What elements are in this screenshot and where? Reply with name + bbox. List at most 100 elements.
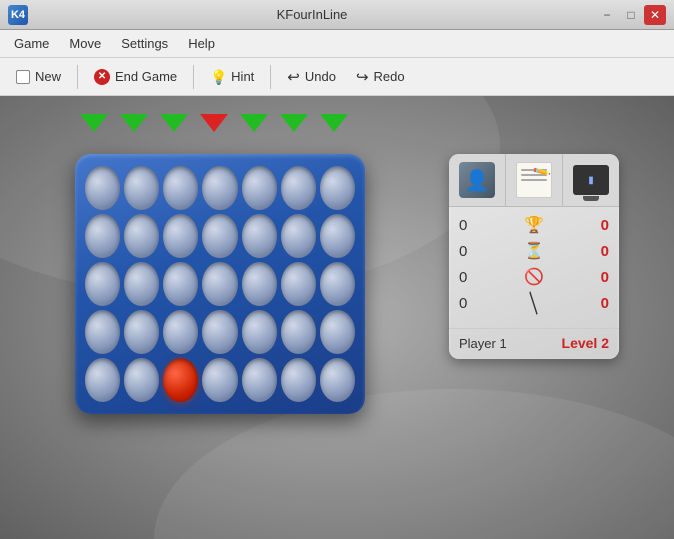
cell-2-1[interactable] — [124, 262, 159, 306]
arrow-col-2[interactable] — [160, 114, 188, 132]
cell-3-5[interactable] — [281, 310, 316, 354]
cell-0-3[interactable] — [202, 166, 237, 210]
menu-move[interactable]: Move — [59, 32, 111, 55]
level-label: Level 2 — [562, 335, 609, 351]
cell-1-5[interactable] — [281, 214, 316, 258]
arrow-col-4[interactable] — [240, 114, 268, 132]
cell-2-3[interactable] — [202, 262, 237, 306]
undo-button[interactable]: ↩ Undo — [279, 64, 344, 90]
cell-0-4[interactable] — [242, 166, 277, 210]
end-game-button[interactable]: End Game — [86, 65, 185, 89]
score-row-2: 0 🚫 0 — [459, 267, 609, 287]
arrow-col-6[interactable] — [320, 114, 348, 132]
player-label: Player 1 — [459, 336, 507, 351]
hint-icon: 💡 — [210, 69, 226, 85]
redo-label: Redo — [374, 69, 405, 84]
menu-bar: Game Move Settings Help — [0, 30, 674, 58]
column-arrows — [80, 114, 348, 132]
cell-2-5[interactable] — [281, 262, 316, 306]
notepad-line-3 — [521, 179, 547, 181]
score-left-0: 0 — [459, 217, 489, 234]
menu-game[interactable]: Game — [4, 32, 59, 55]
toolbar-separator-2 — [193, 65, 194, 89]
cell-4-4[interactable] — [242, 358, 277, 402]
notepad-icon: ✏️ — [516, 162, 552, 198]
cell-1-4[interactable] — [242, 214, 277, 258]
cell-1-3[interactable] — [202, 214, 237, 258]
cell-3-6[interactable] — [320, 310, 355, 354]
score-left-1: 0 — [459, 243, 489, 260]
new-button[interactable]: New — [8, 65, 69, 88]
score-icon-3: ╱ — [518, 288, 550, 320]
cell-3-1[interactable] — [124, 310, 159, 354]
score-left-3: 0 — [459, 295, 489, 312]
toolbar-separator-3 — [270, 65, 271, 89]
menu-settings[interactable]: Settings — [111, 32, 178, 55]
arrow-col-3[interactable] — [200, 114, 228, 132]
cell-3-0[interactable] — [85, 310, 120, 354]
score-header: 👤 ✏️ ▮ — [449, 154, 619, 207]
close-button[interactable]: ✕ — [644, 5, 666, 25]
arrow-col-1[interactable] — [120, 114, 148, 132]
toolbar-separator-1 — [77, 65, 78, 89]
cell-1-0[interactable] — [85, 214, 120, 258]
cell-4-0[interactable] — [85, 358, 120, 402]
undo-icon: ↩ — [287, 68, 300, 86]
hint-button[interactable]: 💡 Hint — [202, 65, 262, 89]
monitor-cell: ▮ — [563, 154, 619, 206]
cell-2-0[interactable] — [85, 262, 120, 306]
cell-0-6[interactable] — [320, 166, 355, 210]
menu-help[interactable]: Help — [178, 32, 225, 55]
score-right-2: 0 — [579, 269, 609, 286]
score-footer: Player 1 Level 2 — [449, 328, 619, 359]
cell-0-5[interactable] — [281, 166, 316, 210]
end-game-icon — [94, 69, 110, 85]
cell-4-1[interactable] — [124, 358, 159, 402]
redo-icon: ↪ — [356, 68, 369, 86]
cell-0-0[interactable] — [85, 166, 120, 210]
game-board[interactable] — [75, 154, 365, 414]
score-row-0: 0 🏆 0 — [459, 215, 609, 235]
cell-1-6[interactable] — [320, 214, 355, 258]
cell-0-2[interactable] — [163, 166, 198, 210]
player1-avatar-cell: 👤 — [449, 154, 506, 206]
cell-4-2[interactable] — [163, 358, 198, 402]
cell-1-2[interactable] — [163, 214, 198, 258]
app-icon: K4 — [8, 5, 28, 25]
score-right-1: 0 — [579, 243, 609, 260]
score-right-0: 0 — [579, 217, 609, 234]
score-icon-1: ⏳ — [522, 241, 546, 261]
cell-2-6[interactable] — [320, 262, 355, 306]
arrow-col-5[interactable] — [280, 114, 308, 132]
window-title: KFourInLine — [28, 7, 596, 22]
score-row-1: 0 ⏳ 0 — [459, 241, 609, 261]
score-row-3: 0 ╱ 0 — [459, 293, 609, 314]
score-icon-0: 🏆 — [522, 215, 546, 235]
score-icon-2: 🚫 — [522, 267, 546, 287]
score-left-2: 0 — [459, 269, 489, 286]
cell-3-2[interactable] — [163, 310, 198, 354]
notepad-cell: ✏️ — [506, 154, 563, 206]
toolbar: New End Game 💡 Hint ↩ Undo ↪ Redo — [0, 58, 674, 96]
cell-0-1[interactable] — [124, 166, 159, 210]
cell-4-3[interactable] — [202, 358, 237, 402]
cell-3-4[interactable] — [242, 310, 277, 354]
redo-button[interactable]: ↪ Redo — [348, 64, 413, 90]
minimize-button[interactable]: − — [596, 5, 618, 25]
arrow-col-0[interactable] — [80, 114, 108, 132]
main-area: 👤 ✏️ ▮ 0 🏆 0 — [0, 96, 674, 539]
cell-2-2[interactable] — [163, 262, 198, 306]
new-checkbox-icon — [16, 70, 30, 84]
score-rows: 0 🏆 0 0 ⏳ 0 0 🚫 0 0 ╱ 0 — [449, 207, 619, 328]
cell-3-3[interactable] — [202, 310, 237, 354]
undo-label: Undo — [305, 69, 336, 84]
maximize-button[interactable]: □ — [620, 5, 642, 25]
new-label: New — [35, 69, 61, 84]
score-right-3: 0 — [579, 295, 609, 312]
player1-avatar: 👤 — [459, 162, 495, 198]
cell-2-4[interactable] — [242, 262, 277, 306]
cell-4-6[interactable] — [320, 358, 355, 402]
cell-4-5[interactable] — [281, 358, 316, 402]
score-panel: 👤 ✏️ ▮ 0 🏆 0 — [449, 154, 619, 359]
cell-1-1[interactable] — [124, 214, 159, 258]
